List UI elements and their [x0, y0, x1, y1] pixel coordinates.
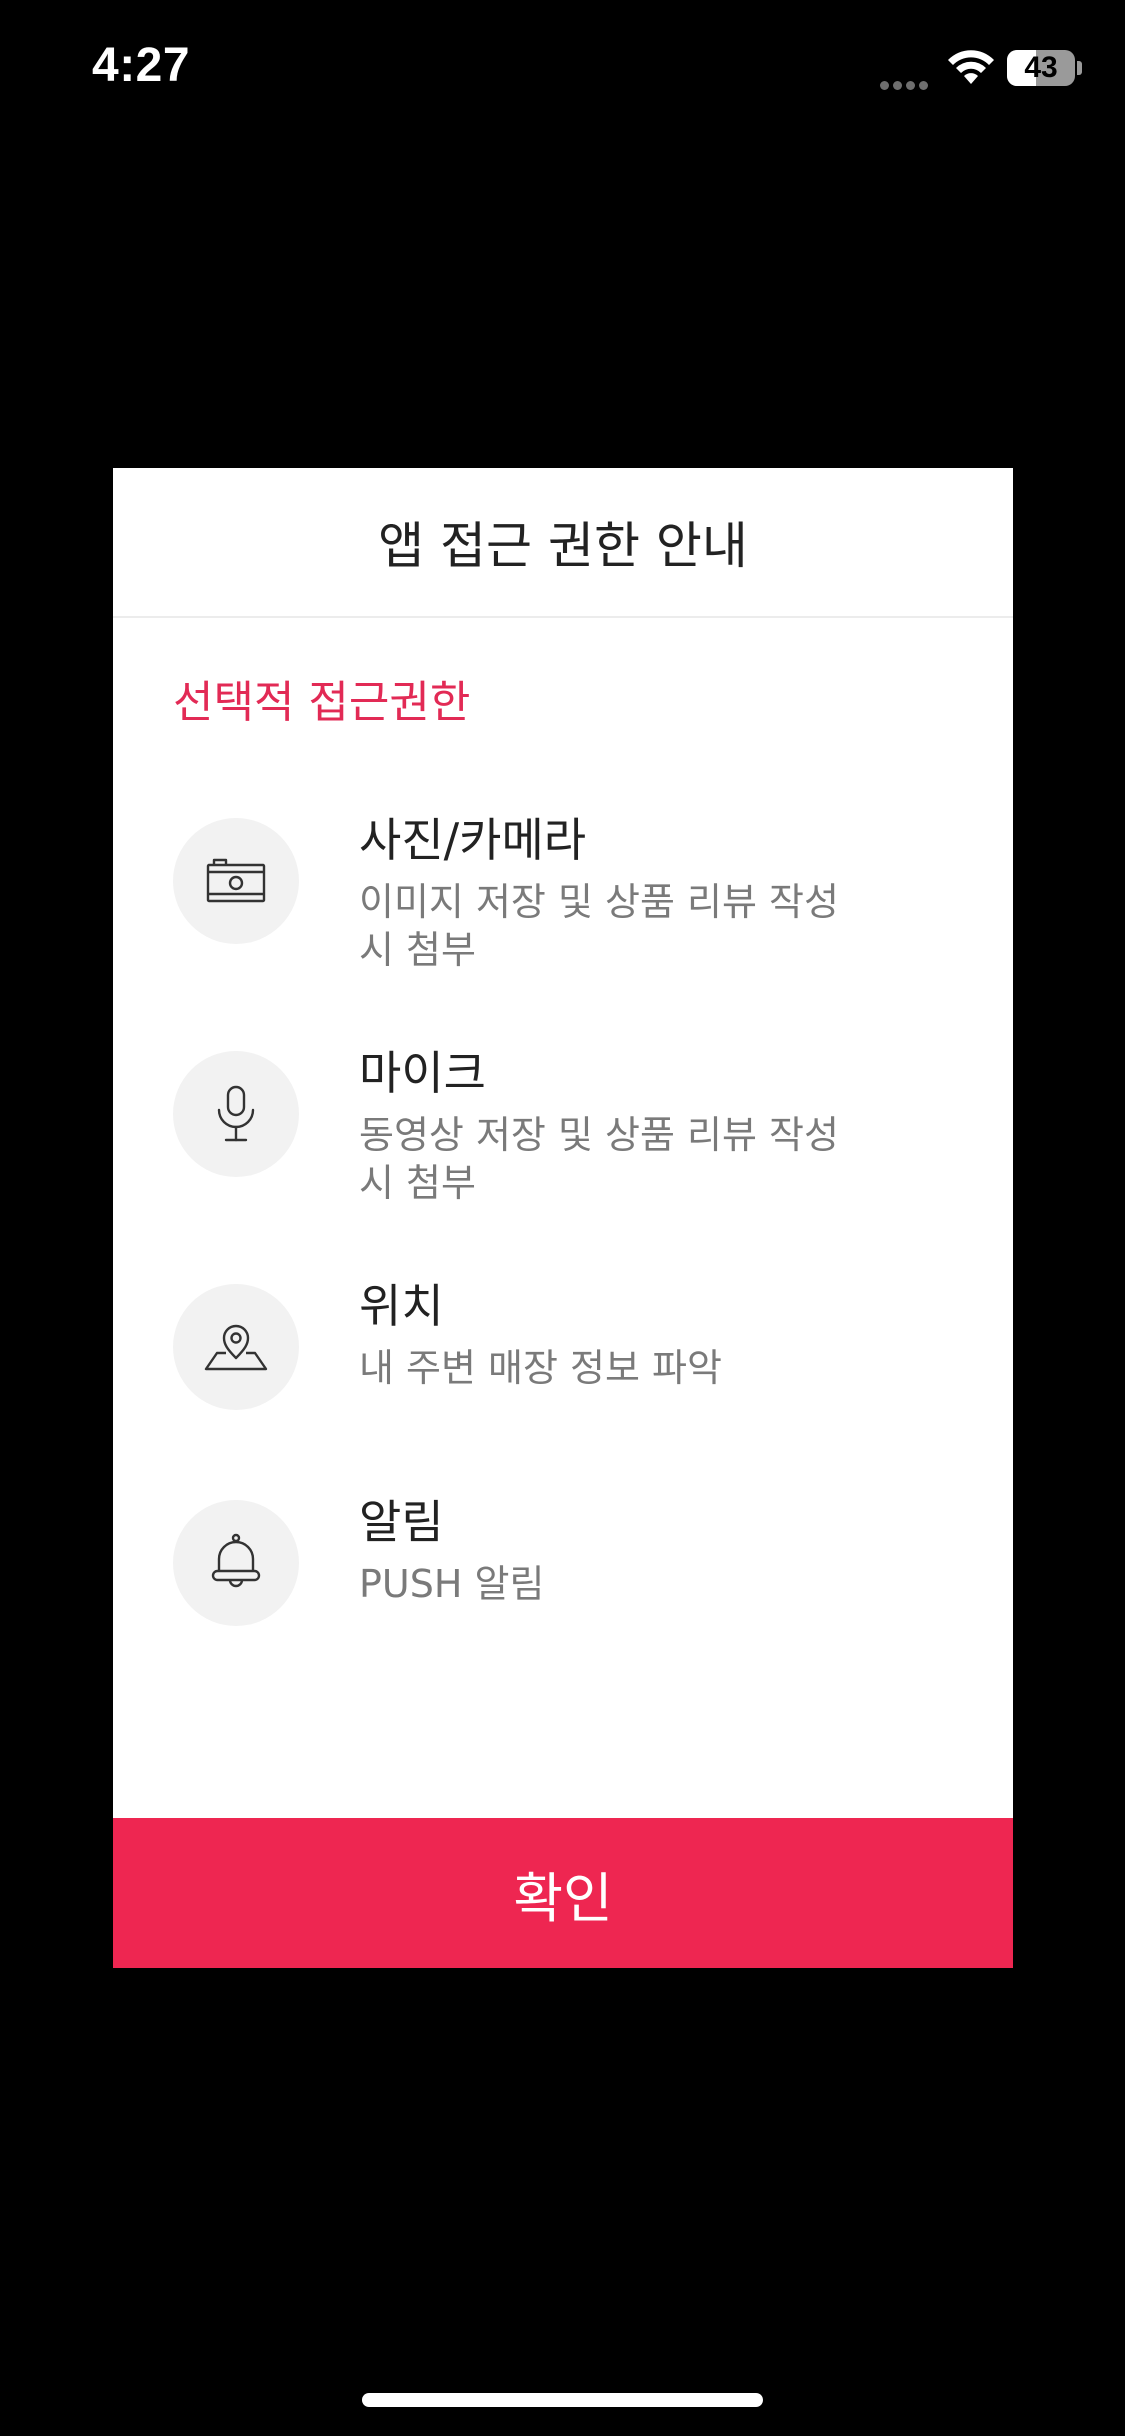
bell-icon	[211, 1533, 261, 1588]
microphone-icon	[217, 1085, 255, 1142]
status-time: 4:27	[92, 39, 191, 92]
permission-description: 내 주변 매장 정보 파악	[359, 1346, 722, 1390]
wifi-icon	[948, 50, 994, 84]
dialog-title: 앱 접근 권한 안내	[378, 517, 748, 575]
permission-description: 이미지 저장 및 상품 리뷰 작성 시 첨부	[359, 880, 839, 972]
permission-description: PUSH 알림	[359, 1562, 545, 1606]
permission-dialog: 앱 접근 권한 안내 선택적 접근권한 사진/카메라 이미지 저장 및 상품 리…	[113, 468, 1013, 1968]
status-bar: 4:27 43	[0, 0, 1125, 140]
battery-icon: 43	[1007, 50, 1075, 86]
camera-icon	[206, 858, 266, 903]
battery-cap	[1077, 61, 1082, 75]
section-title: 선택적 접근권한	[173, 677, 471, 728]
permission-text: 위치 내 주변 매장 정보 파악	[359, 1279, 879, 1392]
confirm-button[interactable]: 확인	[113, 1818, 1013, 1968]
permission-text: 마이크 동영상 저장 및 상품 리뷰 작성 시 첨부	[359, 1046, 879, 1207]
permission-name: 위치	[359, 1279, 444, 1333]
dialog-header: 앱 접근 권한 안내	[113, 468, 1013, 618]
permission-name: 마이크	[359, 1046, 486, 1100]
cellular-signal-icon	[880, 75, 934, 90]
permission-name: 알림	[359, 1495, 444, 1549]
battery-level: 43	[1024, 51, 1058, 84]
permission-icon-circle	[173, 1500, 299, 1626]
permission-name: 사진/카메라	[359, 813, 587, 867]
screen: 4:27 43 앱 접근 권한 안내 선택적 접근권한 사진/카메라 이미지 저…	[0, 0, 1125, 2436]
permission-description: 동영상 저장 및 상품 리뷰 작성 시 첨부	[359, 1113, 839, 1205]
permission-icon-circle	[173, 1284, 299, 1410]
permission-icon-circle	[173, 818, 299, 944]
permission-text: 알림 PUSH 알림	[359, 1495, 879, 1608]
location-icon	[204, 1324, 268, 1371]
permission-text: 사진/카메라 이미지 저장 및 상품 리뷰 작성 시 첨부	[359, 813, 879, 974]
permission-icon-circle	[173, 1051, 299, 1177]
home-indicator[interactable]	[362, 2393, 763, 2407]
